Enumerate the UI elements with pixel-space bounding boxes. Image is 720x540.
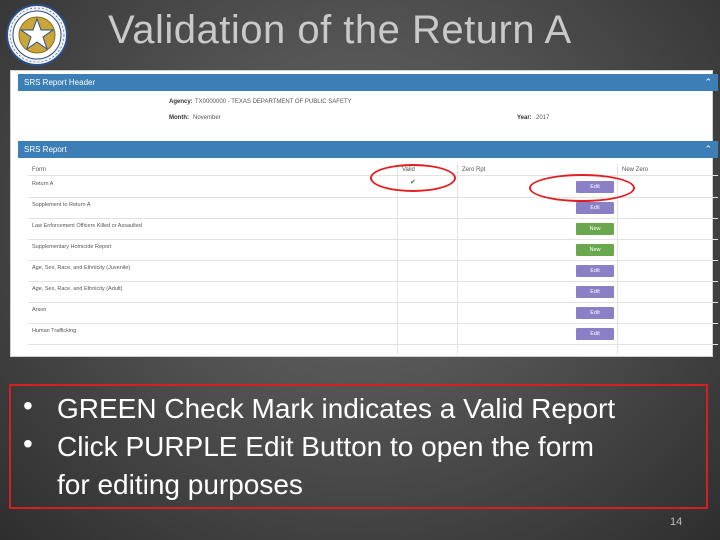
bullet-dot: • <box>23 390 33 421</box>
edit-button[interactable]: Edit <box>576 328 614 340</box>
edit-button[interactable]: Edit <box>576 202 614 214</box>
slide-title: Validation of the Return A <box>108 8 572 52</box>
month-label: Month: <box>169 115 189 121</box>
table-row-form-label: Age, Sex, Race, and Ethnicity (Juvenile) <box>32 265 131 271</box>
year-value: 2017 <box>536 115 550 121</box>
column-header-zero-report: Zero Rpt <box>462 167 486 173</box>
agency-label: Agency: <box>169 99 193 105</box>
table-row-form-label: Return A <box>32 181 54 187</box>
highlight-oval-edit-button <box>529 174 635 202</box>
texas-dps-seal-logo <box>6 4 68 66</box>
highlight-oval-valid-column <box>370 164 456 192</box>
bullet-notes-box: • GREEN Check Mark indicates a Valid Rep… <box>9 384 708 509</box>
edit-button[interactable]: Edit <box>576 286 614 298</box>
new-button[interactable]: New <box>576 244 614 256</box>
table-row-form-label: Arson <box>32 307 47 313</box>
page-number: 14 <box>670 516 683 528</box>
table-row-form-label: Law Enforcement Officers Killed or Assau… <box>32 223 142 229</box>
table-row-form-label: Age, Sex, Race, and Ethnicity (Adult) <box>32 286 123 292</box>
chevron-up-icon[interactable]: ⌃ <box>704 141 712 158</box>
srs-report-panel-title[interactable]: SRS Report ⌃ <box>18 141 718 158</box>
srs-report-header-panel-title[interactable]: SRS Report Header ⌃ <box>18 74 718 91</box>
panel-title-text: SRS Report Header <box>24 78 96 87</box>
year-label: Year: <box>517 115 532 121</box>
bullet-dot: • <box>23 428 33 459</box>
table-row-form-label: Supplement to Return A <box>32 202 91 208</box>
bullet-text: for editing purposes <box>57 469 303 500</box>
bullet-text: GREEN Check Mark indicates a Valid Repor… <box>57 393 616 424</box>
column-header-form: Form <box>32 167 46 173</box>
chevron-up-icon[interactable]: ⌃ <box>704 74 712 91</box>
new-button[interactable]: New <box>576 223 614 235</box>
table-row-form-label: Supplementary Homicide Report <box>32 244 112 250</box>
month-value: November <box>193 115 221 121</box>
srs-screenshot: SRS Report Header ⌃ Agency: TX0000000 - … <box>10 70 718 357</box>
agency-value: TX0000000 - TEXAS DEPARTMENT OF PUBLIC S… <box>195 99 352 105</box>
panel-title-text: SRS Report <box>24 145 67 154</box>
table-row-form-label: Human Trafficking <box>32 328 77 334</box>
edit-button[interactable]: Edit <box>576 307 614 319</box>
edit-button[interactable]: Edit <box>576 265 614 277</box>
bullet-text: Click PURPLE Edit Button to open the for… <box>57 431 594 462</box>
column-header-new-zero: New Zero <box>622 167 649 173</box>
